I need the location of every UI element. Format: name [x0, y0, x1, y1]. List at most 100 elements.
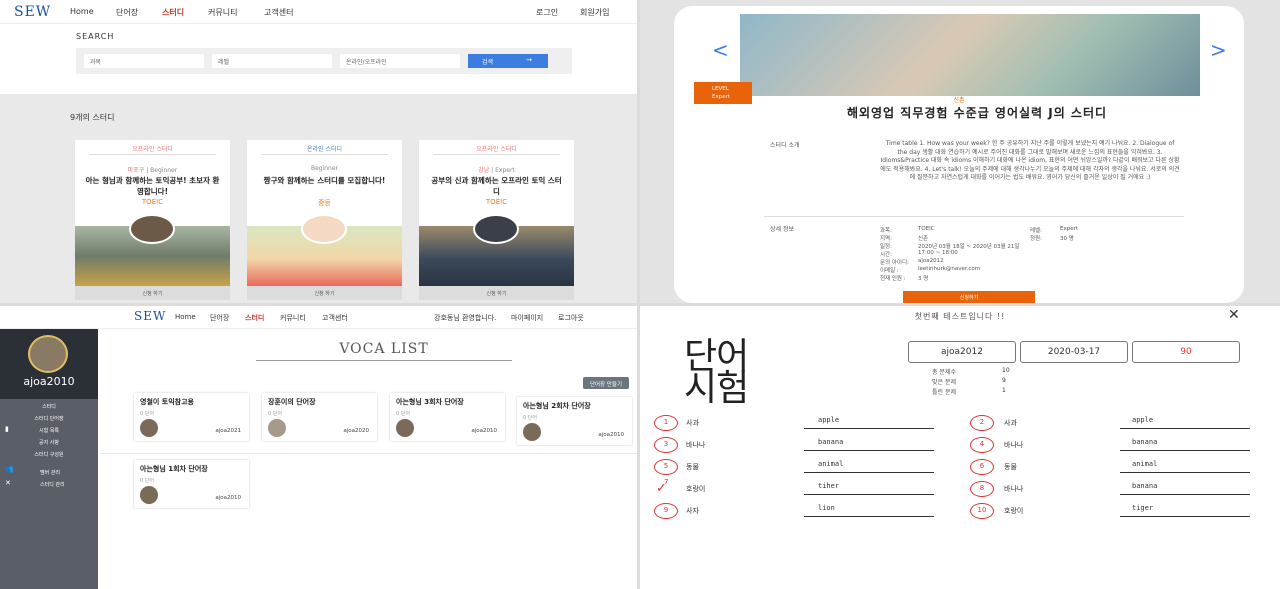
online-offline-select[interactable]: 온라인/오프라인 [340, 54, 460, 68]
info-capacity-value: 30 명 [1060, 236, 1074, 242]
stat-wrong-value: 1 [1002, 387, 1006, 394]
info-level-label: 레벨: [1030, 228, 1042, 234]
info-time-label: 시간: [880, 252, 892, 258]
intro-text: Time table 1. How was your week? 한 주 공유하… [880, 140, 1180, 182]
arrow-right-icon: → [526, 56, 532, 64]
sidebar-item-notice[interactable]: 공지 사항 [0, 439, 98, 446]
join-button[interactable]: 신청 하기 [419, 286, 574, 300]
page-title: VOCA LIST [256, 341, 512, 361]
answer-line [1120, 494, 1250, 495]
study-card[interactable]: 오프라인 스터디 강남 | Expert 공부의 신과 함께하는 오프라인 토익… [419, 140, 574, 300]
vocab-card[interactable]: 아는형님 1회차 단어장 0 단어 ajoa2010 [134, 460, 249, 508]
info-region-label: 지역: [880, 236, 892, 242]
answer-text: banana [1132, 482, 1158, 490]
avatar [140, 419, 158, 437]
study-detail-title: 해외영업 직무경험 수준급 영어실력 J의 스터디 [846, 106, 1108, 120]
nav-study[interactable]: 스터디 [245, 313, 264, 323]
divider [100, 453, 640, 454]
question-word: 바나나 [686, 441, 706, 449]
sidebar-item-test-list[interactable]: 시험 목록 [0, 427, 98, 434]
panel-divider [637, 0, 640, 589]
sidebar-username: ajoa2010 [23, 375, 75, 388]
divider [433, 154, 560, 155]
nav-vocab[interactable]: 단어장 [210, 313, 229, 323]
nav-logout[interactable]: 로그아웃 [558, 313, 584, 323]
study-count: 9개의 스터디 [70, 113, 115, 122]
nav-community[interactable]: 커뮤니티 [208, 7, 237, 18]
level-select[interactable]: 레벨 [212, 54, 332, 68]
welcome-text: 강호동님 환영합니다. [434, 314, 497, 322]
score-box: 90 [1132, 341, 1240, 363]
answer-line [1120, 428, 1250, 429]
vocab-card[interactable]: 영철이 토익참고용 0 단어 ajoa2021 [134, 393, 249, 441]
logo[interactable]: SEW [14, 4, 51, 20]
question-number-correct: 5 [654, 459, 678, 475]
question-number-wrong: 7 [664, 478, 669, 486]
apply-button[interactable]: 신청하기 [903, 291, 1035, 303]
vocab-card[interactable]: 아는형님 2회차 단어장 0 단어 ajoa2010 [517, 397, 632, 445]
info-time-value: 17:00 ~ 18:00 [918, 250, 958, 256]
divider [89, 154, 216, 155]
users-icon: 👥 [5, 465, 14, 473]
nav-home[interactable]: Home [175, 313, 196, 321]
subject-select[interactable]: 과목 [84, 54, 204, 68]
study-title: 짱구와 함께하는 스터디를 모집합니다! [263, 176, 386, 185]
close-icon[interactable]: ✕ [1228, 307, 1240, 323]
logo[interactable]: SEW [134, 309, 166, 323]
sidebar-item-members[interactable]: 스터디 구성원 [0, 451, 98, 458]
question-word: 호랑이 [1004, 507, 1024, 515]
join-button[interactable]: 신청 하기 [247, 286, 402, 300]
join-button[interactable]: 신청 하기 [75, 286, 230, 300]
sidebar-group-study-manage[interactable]: 스터디 관리 [40, 481, 65, 488]
stat-total-label: 총 문제수 [932, 369, 956, 376]
study-detail-page: < > LEVEL Expert 신촌 해외영업 직무경험 수준급 영어실력 J의… [640, 0, 1280, 305]
vocab-owner: ajoa2020 [343, 428, 369, 434]
tools-icon: ✕ [5, 479, 11, 487]
test-header-bar: 첫번째 테스트입니다 !! ✕ [640, 305, 1280, 329]
study-meta: 마포구 | Beginner [127, 167, 178, 174]
make-vocab-button[interactable]: 단어장 만들기 [583, 377, 629, 389]
study-card[interactable]: 오프라인 스터디 마포구 | Beginner 아는 형님과 함께하는 토익공부… [75, 140, 230, 300]
nav-community[interactable]: 커뮤니티 [280, 313, 306, 323]
panel-divider [0, 303, 1280, 306]
study-level: Beginner [150, 167, 178, 174]
info-email-value: leetinhurk@naver.com [918, 266, 981, 272]
study-title: 아는 형님과 함께하는 토익공부! 초보자 환영합니다! [85, 176, 220, 196]
info-contact-value: ajoa2012 [918, 258, 944, 264]
search-title: SEARCH [76, 32, 115, 41]
nav-study[interactable]: 스터디 [162, 7, 184, 18]
vocab-owner: ajoa2021 [215, 428, 241, 434]
nav-support[interactable]: 고객센터 [264, 7, 293, 18]
date-box: 2020-03-17 [1020, 341, 1128, 363]
study-card[interactable]: 온라인 스터디 Beginner 짱구와 함께하는 스터디를 모집합니다! 중등… [247, 140, 402, 300]
top-nav: SEW Home 단어장 스터디 커뮤니티 고객센터 로그인 회원가입 [0, 0, 640, 24]
search-button[interactable]: 검색 → [468, 54, 548, 68]
question-number-correct: 6 [970, 459, 994, 475]
stat-total-value: 10 [1002, 367, 1010, 374]
nav-signup[interactable]: 회원가입 [580, 7, 609, 18]
info-subject-label: 과목: [880, 228, 892, 234]
sidebar-item-study-vocab[interactable]: 스터디 단어장 [0, 415, 98, 422]
vocab-card[interactable]: 아는형님 3회차 단어장 0 단어 ajoa2010 [390, 393, 505, 441]
vocab-title: 영철이 토익참고용 [140, 398, 194, 406]
answer-text: lion [818, 504, 835, 512]
stat-correct-value: 9 [1002, 377, 1006, 384]
leader-avatar [473, 214, 519, 244]
vocab-card[interactable]: 장훈이의 단어장 0 단어 ajoa2020 [262, 393, 377, 441]
nav-home[interactable]: Home [70, 7, 94, 16]
chevron-right-icon[interactable]: > [1210, 38, 1227, 62]
nav-mypage[interactable]: 마이페이지 [511, 313, 543, 323]
info-members-label: 현재 인원 : [880, 276, 906, 282]
sidebar-group-member-manage[interactable]: 멤버 관리 [40, 469, 60, 476]
top-nav: SEW Home 단어장 스터디 커뮤니티 고객센터 강호동님 환영합니다. 마… [0, 305, 640, 329]
sidebar-item-study[interactable]: 스터디 [0, 403, 98, 410]
chevron-left-icon[interactable]: < [712, 38, 729, 62]
study-title: 공부의 신과 함께하는 오프라인 토익 스터디 [431, 176, 562, 196]
study-level: Beginner [310, 165, 339, 172]
leader-avatar [301, 214, 347, 244]
nav-vocab[interactable]: 단어장 [116, 7, 138, 18]
study-banner-image [740, 14, 1200, 96]
nav-login[interactable]: 로그인 [536, 7, 558, 18]
nav-support[interactable]: 고객센터 [322, 313, 348, 323]
answer-line [804, 450, 934, 451]
